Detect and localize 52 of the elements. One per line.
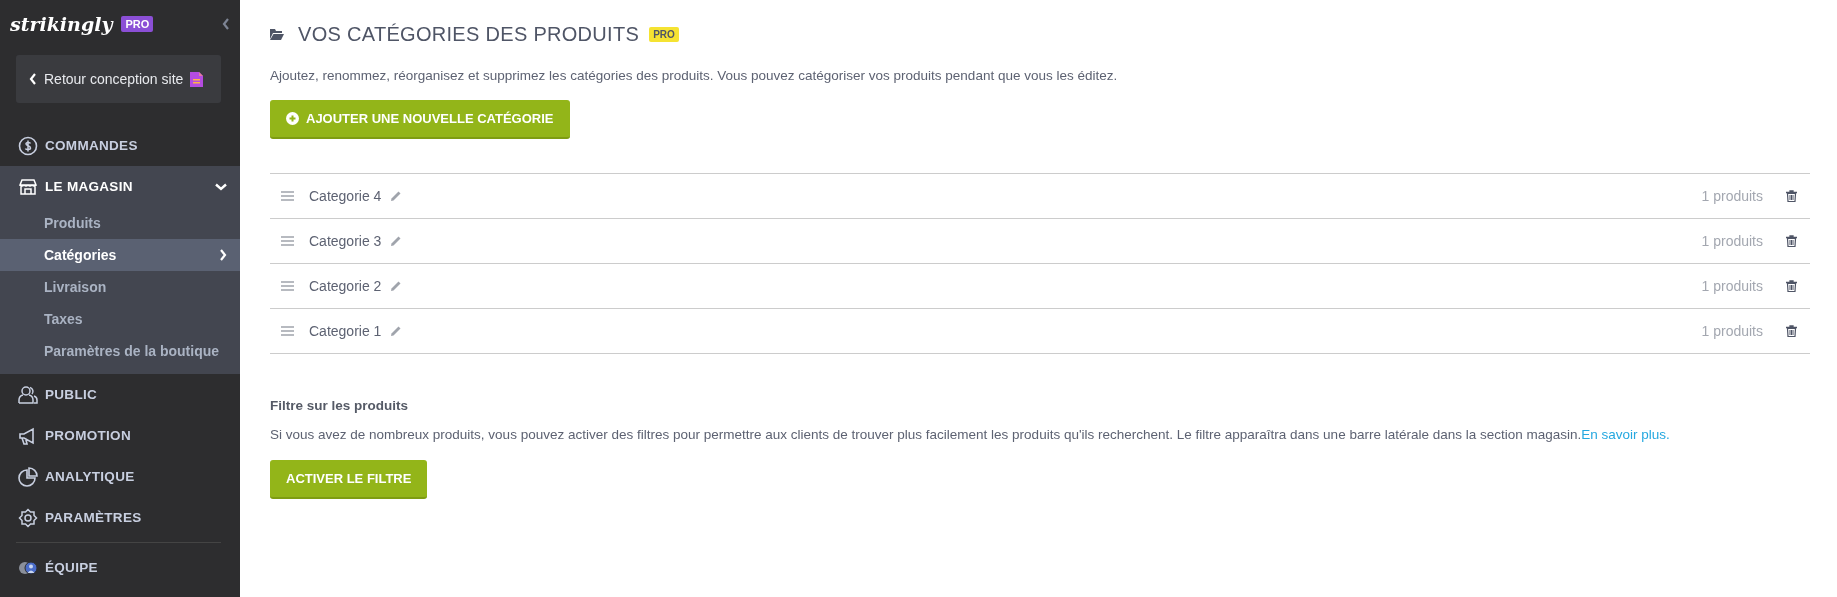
pencil-icon[interactable] [390,235,403,247]
product-count: 1 produits [1701,278,1763,294]
pencil-icon[interactable] [390,325,403,337]
trash-icon[interactable] [1786,280,1797,292]
drag-handle-icon[interactable] [281,236,294,246]
category-name: Categorie 3 [309,233,382,249]
description: Ajoutez, renommez, réorganisez et supprimez les catégories des produits. Vous pouvez catégoriser vos produits pendant que vous les éditez. [270,68,1119,83]
gear-icon [18,507,38,528]
filter-description: Si vous avez de nombreux produits, vous pouvez activer des filtres pour permettre aux clients de trouver plus facilement les produits qu'ils recherchent. Le filtre apparaîtra dans une barre latérale dans la section magasin.En savoir plus. [270,427,1671,442]
folder-icon [270,28,284,40]
drag-handle-icon[interactable] [281,326,294,336]
dollar-icon [18,135,38,156]
category-name: Categorie 1 [309,323,382,339]
chevron-left-icon [29,73,37,85]
chevron-right-icon [219,249,227,261]
drag-handle-icon[interactable] [281,191,294,201]
nav-item[interactable]: PUBLIC [0,374,240,415]
sub-nav-item[interactable]: Livraison [0,271,240,303]
section-title: Filtre sur les produits [270,398,410,413]
pencil-icon[interactable] [390,190,403,202]
sub-nav-item[interactable]: Taxes [0,303,240,335]
nav-item[interactable]: PARAMÈTRES [0,497,240,538]
product-count: 1 produits [1701,188,1763,204]
trash-icon[interactable] [1786,325,1797,337]
back-button[interactable]: Retour conception site [16,55,221,103]
pro-badge: PRO [649,26,679,42]
document-icon [190,71,204,87]
nav-item[interactable]: ÉQUIPE [0,547,240,588]
chevron-down-icon [215,182,227,191]
sub-nav-item[interactable]: Paramètres de la boutique [0,335,240,367]
page-title: VOS CATÉGORIES DES PRODUITS [298,22,640,46]
category-name: Categorie 4 [309,188,382,204]
plus-circle-icon [286,112,299,125]
sub-nav-item[interactable]: Produits [0,207,240,239]
sub-nav-item[interactable]: Catégories [0,239,240,271]
nav-item[interactable]: COMMANDES [0,125,240,166]
people-icon [18,384,38,405]
chevron-left-icon [222,18,230,30]
nav-item[interactable]: LE MAGASIN [0,166,240,207]
nav-item[interactable]: ANALYTIQUE [0,456,240,497]
trash-icon[interactable] [1786,235,1797,247]
pro-badge: PRO [121,16,154,32]
logo[interactable]: strikingly [10,13,113,35]
drag-handle-icon[interactable] [281,281,294,291]
pie-chart-icon [18,466,38,487]
store-icon [18,176,38,197]
trash-icon[interactable] [1786,190,1797,202]
category-name: Categorie 2 [309,278,382,294]
pencil-icon[interactable] [390,280,403,292]
product-count: 1 produits [1701,323,1763,339]
product-count: 1 produits [1701,233,1763,249]
nav-item[interactable]: PROMOTION [0,415,240,456]
